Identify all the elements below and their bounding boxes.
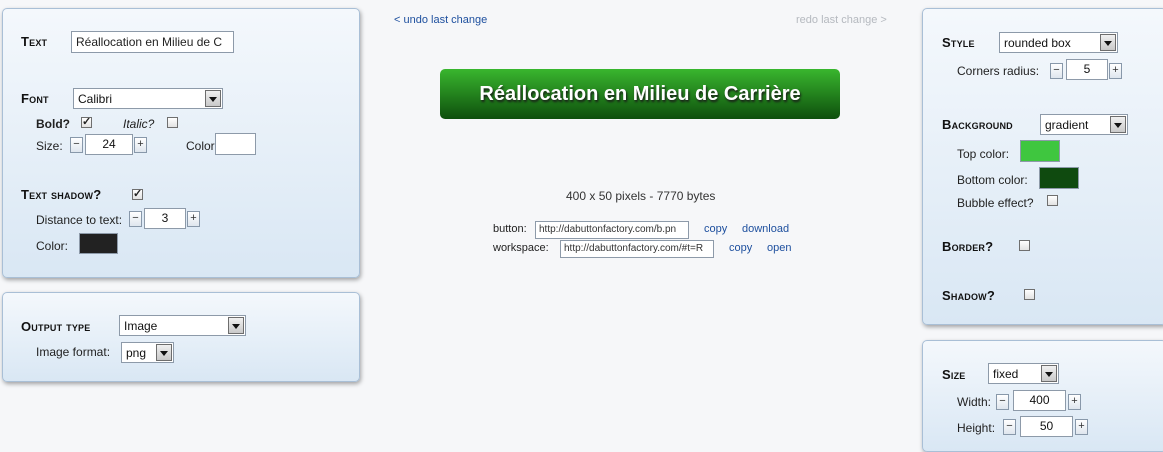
font-select-value: Calibri [78,92,113,106]
italic-label: Italic? [123,117,155,131]
top-color-label: Top color: [957,147,1010,161]
chevron-down-icon[interactable] [205,90,221,107]
chevron-down-icon[interactable] [1110,116,1126,133]
distance-increase-button[interactable]: + [187,211,200,227]
chevron-down-icon[interactable] [156,344,172,361]
width-label: Width: [957,395,992,409]
size-select-value: fixed [993,367,1019,381]
shadow-color-label: Color: [36,239,69,253]
copy-button-url-link[interactable]: copy [704,223,727,235]
font-select[interactable]: Calibri [73,88,223,109]
text-shadow-checkbox[interactable] [132,187,143,200]
radius-increase-button[interactable]: + [1109,63,1122,79]
output-panel: Output type Image Image format: png [2,292,360,382]
image-info: 400 x 50 pixels - 7770 bytes [566,189,716,203]
size-panel: Size fixed Width: − 400 + Height: − 50 + [922,340,1163,452]
copy-workspace-url-link[interactable]: copy [729,242,752,254]
size-label: Size: [36,139,63,153]
size-heading: Size [942,367,966,382]
button-url-field[interactable]: http://dabuttonfactory.com/b.pn [535,221,689,239]
height-increase-button[interactable]: + [1075,419,1088,435]
top-color-swatch[interactable] [1020,140,1060,162]
undo-link[interactable]: < undo last change [394,14,487,26]
bubble-effect-label: Bubble effect? [957,196,1034,210]
text-input[interactable]: Réallocation en Milieu de C [71,31,234,53]
button-url-label: button: [493,223,527,235]
width-decrease-button[interactable]: − [996,394,1009,410]
bottom-color-label: Bottom color: [957,173,1028,187]
button-preview: Réallocation en Milieu de Carrière [440,69,840,119]
bold-label: Bold? [36,117,70,131]
bold-checkbox[interactable] [81,115,92,128]
height-decrease-button[interactable]: − [1003,419,1016,435]
workspace-url-field[interactable]: http://dabuttonfactory.com/#t=R [560,240,714,258]
style-heading: Style [942,35,975,50]
open-workspace-link[interactable]: open [767,242,791,254]
chevron-down-icon[interactable] [1100,34,1116,51]
style-panel: Style rounded box Corners radius: − 5 + … [922,8,1163,325]
distance-input[interactable]: 3 [144,208,186,229]
size-input[interactable]: 24 [85,134,133,155]
redo-link[interactable]: redo last change > [796,14,887,26]
shadow-heading: Shadow? [942,288,996,303]
background-heading: Background [942,117,1013,132]
text-panel: Text Réallocation en Milieu de C Font Ca… [2,8,360,278]
text-heading: Text [21,34,48,49]
style-value: rounded box [1004,36,1071,50]
button-preview-text: Réallocation en Milieu de Carrière [479,82,801,105]
distance-decrease-button[interactable]: − [129,211,142,227]
corners-radius-label: Corners radius: [957,64,1040,78]
size-increase-button[interactable]: + [134,137,147,153]
chevron-down-icon[interactable] [228,317,244,334]
background-value: gradient [1045,118,1089,132]
height-label: Height: [957,421,996,435]
text-shadow-heading: Text shadow? [21,187,102,202]
output-type-value: Image [124,319,158,333]
border-heading: Border? [942,239,994,254]
size-decrease-button[interactable]: − [70,137,83,153]
chevron-down-icon[interactable] [1041,365,1057,382]
bottom-color-swatch[interactable] [1039,167,1079,189]
download-link[interactable]: download [742,223,789,235]
shadow-checkbox[interactable] [1024,289,1035,300]
style-select[interactable]: rounded box [999,32,1118,53]
shadow-color-swatch[interactable] [79,233,118,254]
output-type-heading: Output type [21,319,91,334]
image-format-label: Image format: [36,345,111,359]
size-select[interactable]: fixed [988,363,1059,384]
bubble-effect-checkbox[interactable] [1047,195,1058,206]
text-color-label: Color: [186,139,219,153]
font-heading: Font [21,91,49,106]
width-increase-button[interactable]: + [1068,394,1081,410]
width-input[interactable]: 400 [1013,390,1066,411]
background-select[interactable]: gradient [1040,114,1128,135]
output-type-select[interactable]: Image [119,315,246,336]
distance-label: Distance to text: [36,213,123,227]
border-checkbox[interactable] [1019,240,1030,251]
text-color-swatch[interactable] [215,133,256,155]
workspace-url-label: workspace: [493,242,549,254]
radius-decrease-button[interactable]: − [1050,63,1063,79]
image-format-value: png [126,346,147,360]
italic-checkbox[interactable] [167,117,178,128]
height-input[interactable]: 50 [1020,416,1073,437]
image-format-select[interactable]: png [121,342,174,363]
radius-input[interactable]: 5 [1066,59,1108,80]
